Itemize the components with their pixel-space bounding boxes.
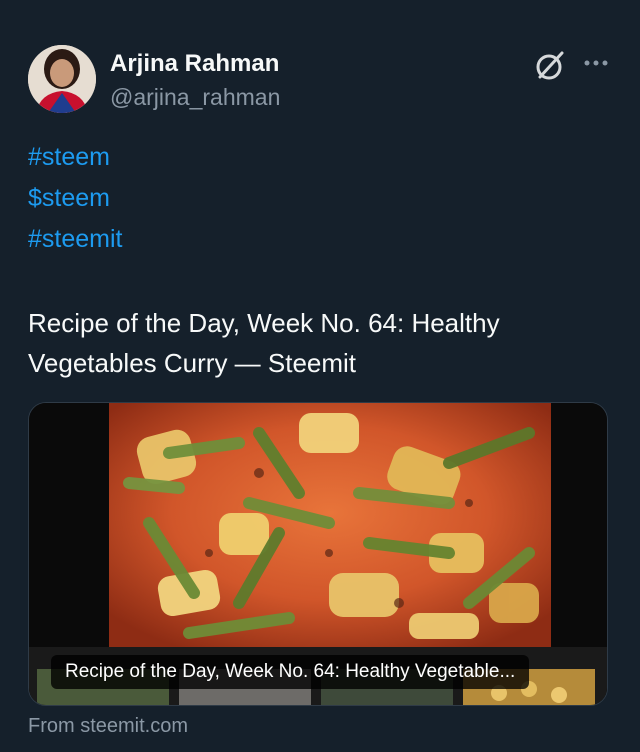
avatar[interactable] — [28, 45, 96, 113]
link-source[interactable]: From steemit.com — [28, 715, 188, 738]
author-name[interactable]: Arjina Rahman — [110, 50, 279, 78]
hashtag-link[interactable]: #steem — [28, 143, 110, 172]
avatar-image — [28, 45, 96, 113]
post-text-line: Recipe of the Day, Week No. 64: Healthy — [28, 308, 500, 338]
link-preview-card[interactable]: Recipe of the Day, Week No. 64: Healthy … — [28, 402, 608, 706]
cashtag-link[interactable]: $steem — [28, 184, 110, 213]
author-handle[interactable]: @arjina_rahman — [110, 84, 280, 111]
post-text-line: Vegetables Curry — Steemit — [28, 348, 357, 378]
link-card-title[interactable]: Recipe of the Day, Week No. 64: Healthy … — [51, 655, 530, 689]
hashtag-link[interactable]: #steemit — [28, 225, 122, 254]
post-text: Recipe of the Day, Week No. 64: Healthy … — [28, 303, 608, 383]
more-icon[interactable] — [583, 56, 609, 70]
grok-icon[interactable] — [534, 48, 568, 82]
